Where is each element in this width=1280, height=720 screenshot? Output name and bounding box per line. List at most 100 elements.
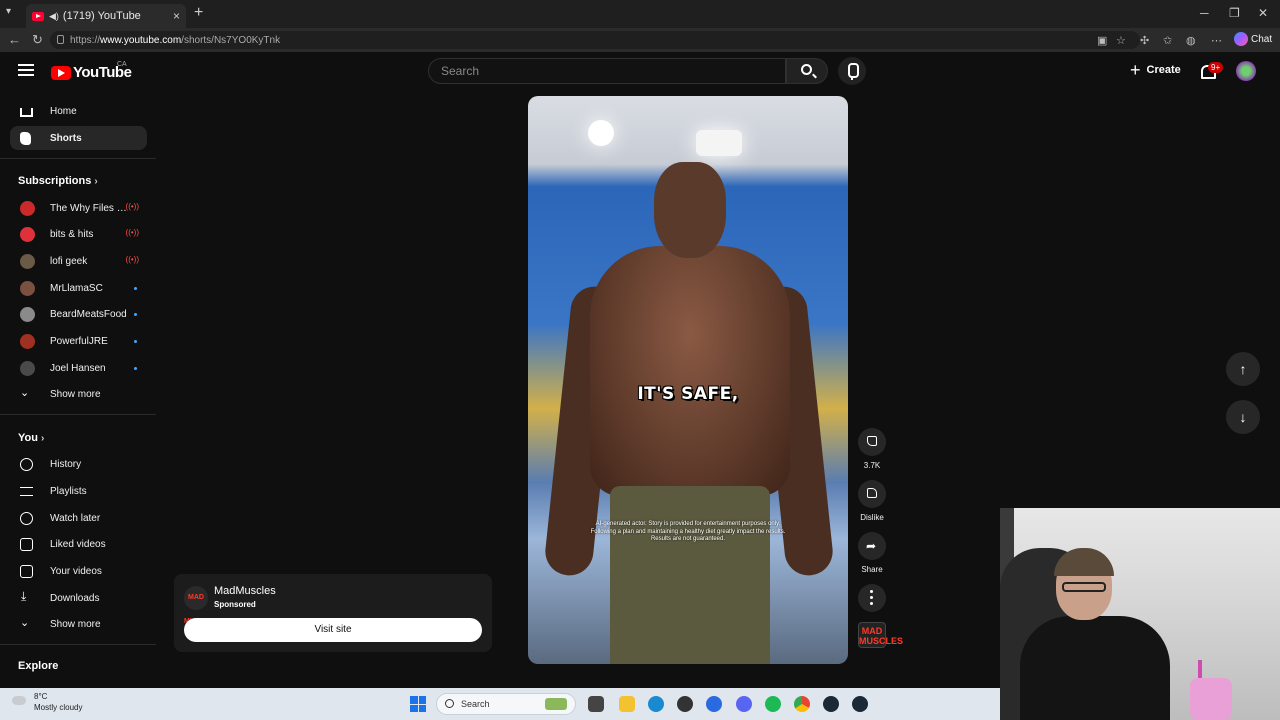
windows-start-icon[interactable] xyxy=(410,696,426,712)
channel-name: lofi geek xyxy=(50,255,88,267)
favorites-icon[interactable]: ✩ xyxy=(1163,34,1172,47)
tab-title: (1719) YouTube xyxy=(62,10,141,22)
sidebar-item-subscription[interactable]: BeardMeatsFood xyxy=(10,302,147,326)
youtube-logo[interactable]: YouTube CA xyxy=(51,61,132,81)
video-disclaimer: AI-generated actor. Story is provided fo… xyxy=(558,521,818,544)
sidebar-item-subscription[interactable]: bits & hits ((•)) xyxy=(10,222,147,246)
profile-icon[interactable]: ◍ xyxy=(1186,34,1196,47)
steam-icon[interactable] xyxy=(852,696,868,712)
chrome-icon[interactable] xyxy=(794,696,810,712)
sidebar-item-shorts[interactable]: Shorts xyxy=(10,126,147,150)
video-figure-torso xyxy=(590,246,790,496)
sidebar-item-label: Downloads xyxy=(50,592,100,604)
subscriptions-title: Subscriptions xyxy=(18,175,92,187)
chevron-down-icon: ⌄ xyxy=(20,387,30,399)
task-view-icon[interactable] xyxy=(588,696,604,712)
history-icon xyxy=(20,458,33,471)
menu-icon[interactable] xyxy=(18,64,34,76)
shorts-icon xyxy=(20,132,31,145)
sidebar-item-subscription[interactable]: lofi geek ((•)) xyxy=(10,249,147,273)
sidebar-item-watch-later[interactable]: Watch later xyxy=(10,506,147,530)
sidebar-item-history[interactable]: History xyxy=(10,452,147,476)
search-highlight-icon xyxy=(545,698,567,710)
sidebar-item-subscription[interactable]: The Why Files - B... ((•)) xyxy=(10,196,147,220)
sidebar-item-subscription[interactable]: PowerfulJRE xyxy=(10,329,147,353)
you-show-more[interactable]: ⌄ Show more xyxy=(10,612,147,636)
weather-temp: 8°C xyxy=(34,692,48,701)
app-icon[interactable] xyxy=(706,696,722,712)
previous-short-button[interactable]: ↑ xyxy=(1226,352,1260,386)
channel-logo-button[interactable]: MAD MUSCLES xyxy=(858,622,903,648)
back-icon[interactable]: ← xyxy=(8,32,21,47)
copilot-icon xyxy=(1234,32,1248,46)
sidebar-item-home[interactable]: Home xyxy=(10,99,147,123)
sidebar-item-downloads[interactable]: ⤓ Downloads xyxy=(10,586,147,610)
channel-avatar xyxy=(20,334,35,349)
tab-actions-icon[interactable]: ▾ xyxy=(6,6,11,17)
search-button[interactable] xyxy=(786,58,828,84)
divider xyxy=(0,644,156,645)
channel-avatar xyxy=(20,307,35,322)
speaker-icon[interactable]: ◀) xyxy=(49,11,59,22)
create-button[interactable]: + Create xyxy=(1130,61,1181,79)
youtube-masthead: YouTube CA Search + Create xyxy=(0,52,1280,92)
channel-avatar xyxy=(20,281,35,296)
new-content-dot xyxy=(134,367,137,370)
you-heading[interactable]: You › xyxy=(18,432,44,444)
divider xyxy=(0,414,156,415)
region-code: CA xyxy=(117,61,127,68)
voice-search-button[interactable] xyxy=(838,57,866,85)
address-bar[interactable]: https://www.youtube.com/shorts/Ns7YO0KyT… xyxy=(50,31,1140,49)
new-tab-button[interactable]: + xyxy=(194,5,203,21)
taskbar-search[interactable]: Search xyxy=(436,693,576,715)
steam-icon[interactable] xyxy=(823,696,839,712)
visit-site-button[interactable]: Visit site xyxy=(184,618,482,642)
subscriptions-heading[interactable]: Subscriptions › xyxy=(18,175,98,187)
sidebar-item-liked-videos[interactable]: Liked videos xyxy=(10,532,147,556)
advertiser-name[interactable]: MadMuscles xyxy=(214,585,276,597)
like-button[interactable] xyxy=(858,428,886,456)
copilot-chat-button[interactable]: Chat xyxy=(1234,32,1272,46)
cloud-icon xyxy=(12,696,26,705)
subscriptions-show-more[interactable]: ⌄ Show more xyxy=(10,382,147,406)
more-options-icon[interactable]: ⋯ xyxy=(1211,34,1222,47)
more-actions-button[interactable] xyxy=(858,584,886,612)
share-label: Share xyxy=(861,565,883,574)
search-icon xyxy=(445,699,454,708)
discord-icon[interactable] xyxy=(736,696,752,712)
account-avatar[interactable] xyxy=(1236,61,1256,81)
dislike-button[interactable] xyxy=(858,480,886,508)
channel-avatar xyxy=(20,254,35,269)
site-info-icon[interactable] xyxy=(57,35,64,44)
video-figure-head xyxy=(654,162,726,258)
app-available-icon[interactable]: ▣ xyxy=(1097,34,1107,47)
browser-tab-youtube[interactable]: ◀) (1719) YouTube × xyxy=(26,4,186,28)
sidebar-item-playlists[interactable]: Playlists xyxy=(10,479,147,503)
disclaimer-line: Following a plan and maintaining a healt… xyxy=(590,528,786,535)
close-tab-icon[interactable]: × xyxy=(173,9,180,23)
arrow-up-icon: ↑ xyxy=(1239,361,1247,377)
next-short-button[interactable]: ↓ xyxy=(1226,400,1260,434)
share-button[interactable]: ➦ xyxy=(858,532,886,560)
maximize-button[interactable]: ❐ xyxy=(1229,6,1240,20)
sidebar-item-your-videos[interactable]: Your videos xyxy=(10,559,147,583)
sidebar-item-label: History xyxy=(50,458,82,470)
thumbs-up-icon xyxy=(867,436,877,446)
minimize-button[interactable]: ─ xyxy=(1200,6,1209,20)
app-icon[interactable] xyxy=(677,696,693,712)
close-window-button[interactable]: ✕ xyxy=(1258,6,1268,20)
search-input[interactable]: Search xyxy=(428,58,786,84)
favorite-star-icon[interactable]: ☆ xyxy=(1116,34,1126,47)
spotify-icon[interactable] xyxy=(765,696,781,712)
sidebar-item-subscription[interactable]: Joel Hansen xyxy=(10,356,147,380)
file-explorer-icon[interactable] xyxy=(619,696,635,712)
your-videos-icon xyxy=(20,565,33,578)
youtube-favicon-icon xyxy=(32,11,44,21)
you-title: You xyxy=(18,432,38,444)
edge-icon[interactable] xyxy=(648,696,664,712)
sidebar-item-subscription[interactable]: MrLlamaSC xyxy=(10,276,147,300)
divider xyxy=(0,158,156,159)
extensions-icon[interactable]: ✣ xyxy=(1140,34,1149,47)
reload-icon[interactable]: ↻ xyxy=(32,32,43,48)
short-video-player[interactable]: IT'S SAFE, AI-generated actor. Story is … xyxy=(528,96,848,664)
